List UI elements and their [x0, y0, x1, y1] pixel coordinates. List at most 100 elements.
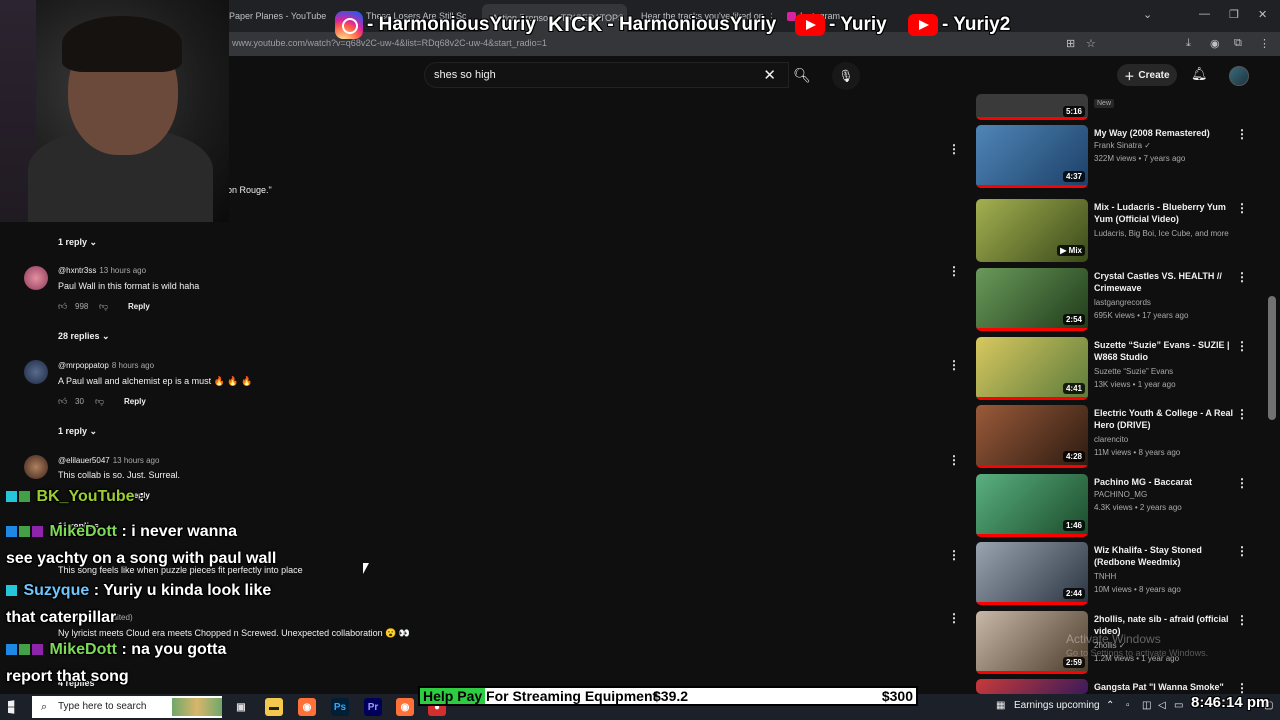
- taskbar-search-placeholder: Type here to search: [58, 701, 147, 712]
- video-menu-icon[interactable]: ⋮: [1236, 681, 1248, 695]
- video-thumbnail[interactable]: 4:37: [976, 125, 1088, 188]
- minimize-icon[interactable]: —: [1199, 8, 1210, 20]
- video-channel[interactable]: lastgangrecords: [1094, 298, 1151, 307]
- video-thumbnail[interactable]: 1:46: [976, 474, 1088, 537]
- news-weather-text[interactable]: Earnings upcoming: [1014, 700, 1100, 711]
- page-scrollbar[interactable]: [1268, 296, 1276, 420]
- tray-chevron-icon[interactable]: ⌃: [1106, 700, 1114, 711]
- video-menu-icon[interactable]: ⋮: [1236, 407, 1248, 421]
- dislike-button[interactable]: 👎︎: [99, 301, 108, 312]
- video-title[interactable]: Wiz Khalifa - Stay Stoned (Redbone Weedm…: [1094, 544, 1244, 568]
- sidebar-video[interactable]: ▶ Mix Mix - Ludacris - Blueberry Yum Yum…: [976, 199, 1276, 263]
- video-title[interactable]: Suzette “Suzie” Evans - SUZIE | W868 Stu…: [1094, 339, 1244, 363]
- cast-icon[interactable]: ⊞: [1066, 37, 1075, 50]
- video-channel[interactable]: Suzette “Suzie” Evans: [1094, 367, 1173, 376]
- comment-avatar[interactable]: [24, 455, 48, 479]
- video-thumbnail[interactable]: 4:41: [976, 337, 1088, 400]
- video-channel[interactable]: Frank Sinatra ✓: [1094, 141, 1151, 150]
- premiere-icon[interactable]: Pr: [364, 698, 382, 716]
- video-title[interactable]: Crystal Castles VS. HEALTH // Crimewave: [1094, 270, 1244, 294]
- bookmark-star-icon[interactable]: ☆: [1086, 37, 1096, 50]
- comment-author[interactable]: @elilauer5047 13 hours ago: [58, 456, 159, 465]
- video-menu-icon[interactable]: ⋮: [1236, 544, 1248, 558]
- photoshop-icon[interactable]: Ps: [331, 698, 349, 716]
- video-channel[interactable]: clarencito: [1094, 435, 1128, 444]
- sidebar-video[interactable]: 2:44 Wiz Khalifa - Stay Stoned (Redbone …: [976, 542, 1276, 606]
- voice-search-button[interactable]: 🎙︎: [832, 62, 860, 90]
- comment-menu-icon[interactable]: ⋮: [948, 264, 960, 278]
- maximize-icon[interactable]: ❐: [1229, 8, 1239, 21]
- sidebar-video[interactable]: 4:37 My Way (2008 Remastered) Frank Sina…: [976, 125, 1276, 189]
- replies-toggle[interactable]: 28 replies ⌄: [58, 331, 110, 342]
- video-title[interactable]: Mix - Ludacris - Blueberry Yum Yum (Offi…: [1094, 201, 1244, 225]
- tab-paper-planes[interactable]: Paper Planes - YouTube✕: [229, 6, 329, 26]
- search-button[interactable]: 🔍︎: [786, 62, 818, 88]
- task-view-icon[interactable]: ▣: [232, 698, 250, 716]
- firefox-active-icon[interactable]: ◉: [396, 698, 414, 716]
- comment-menu-icon[interactable]: ⋮: [948, 611, 960, 625]
- video-thumbnail[interactable]: ▶ Mix: [976, 199, 1088, 262]
- keyboard-icon[interactable]: ▭: [1174, 700, 1183, 711]
- chat-badge-icon: [32, 644, 43, 656]
- tab-search-chevron-icon[interactable]: ⌄: [1143, 8, 1152, 21]
- windows-start-icon[interactable]: [8, 700, 15, 714]
- video-channel[interactable]: Ludacris, Big Boi, Ice Cube, and more: [1094, 229, 1229, 238]
- notifications-bell-icon[interactable]: 🔔︎: [1191, 66, 1208, 82]
- file-explorer-icon[interactable]: ▬: [265, 698, 283, 716]
- video-thumbnail[interactable]: 2:54: [976, 268, 1088, 331]
- clear-search-icon[interactable]: ✕: [763, 66, 776, 84]
- menu-icon[interactable]: ⋮: [1259, 37, 1270, 50]
- video-menu-icon[interactable]: ⋮: [1236, 201, 1248, 215]
- sidebar-video-partial[interactable]: 5:16: [976, 94, 1276, 120]
- news-weather-icon[interactable]: ▦: [996, 700, 1005, 711]
- like-button[interactable]: 👍︎: [58, 301, 67, 312]
- sidebar-video[interactable]: 1:46 Pachino MG - Baccarat PACHINO_MG 4.…: [976, 474, 1276, 538]
- comment-avatar[interactable]: [24, 360, 48, 384]
- video-thumbnail[interactable]: 4:28: [976, 405, 1088, 468]
- download-icon[interactable]: ⤓: [1186, 37, 1191, 50]
- dislike-button[interactable]: 👎︎: [95, 396, 104, 407]
- search-box[interactable]: shes so high ✕: [424, 62, 789, 88]
- sidebar-video[interactable]: 4:28 Electric Youth & College - A Real H…: [976, 405, 1276, 469]
- video-thumbnail[interactable]: 5:16: [976, 94, 1088, 120]
- firefox-icon[interactable]: ◉: [298, 698, 316, 716]
- video-title[interactable]: Electric Youth & College - A Real Hero (…: [1094, 407, 1244, 431]
- comment-menu-icon[interactable]: ⋮: [948, 453, 960, 467]
- video-title[interactable]: My Way (2008 Remastered): [1094, 127, 1244, 139]
- comment-menu-icon[interactable]: ⋮: [948, 358, 960, 372]
- comment-author[interactable]: @mrpoppatop 8 hours ago: [58, 361, 154, 370]
- sidebar-video[interactable]: 2:54 Crystal Castles VS. HEALTH // Crime…: [976, 268, 1276, 332]
- search-input[interactable]: shes so high: [434, 69, 496, 81]
- reply-button[interactable]: Reply: [128, 302, 150, 311]
- video-title[interactable]: Gangsta Pat "I Wanna Smoke": [1094, 681, 1244, 693]
- reply-button[interactable]: Reply: [124, 397, 146, 406]
- video-menu-icon[interactable]: ⋮: [1236, 270, 1248, 284]
- close-window-icon[interactable]: ✕: [1258, 8, 1267, 21]
- video-channel[interactable]: PACHINO_MG: [1094, 490, 1147, 499]
- comment-menu-icon[interactable]: ⋮: [948, 548, 960, 562]
- like-button[interactable]: 👍︎: [58, 396, 67, 407]
- profile-icon[interactable]: ◉: [1210, 37, 1220, 50]
- sidebar-video-partial[interactable]: Gangsta Pat "I Wanna Smoke" ⋮: [976, 679, 1276, 695]
- account-avatar[interactable]: [1229, 66, 1249, 86]
- sidebar-video[interactable]: 4:41 Suzette “Suzie” Evans - SUZIE | W86…: [976, 337, 1276, 401]
- video-channel[interactable]: TNHH: [1094, 572, 1116, 581]
- tray-app-icon[interactable]: ▫: [1126, 700, 1130, 711]
- video-thumbnail[interactable]: [976, 679, 1088, 694]
- comment-menu-icon[interactable]: ⋮: [948, 142, 960, 156]
- extensions-icon[interactable]: ⧉: [1234, 37, 1242, 50]
- replies-toggle[interactable]: 1 reply ⌄: [58, 426, 97, 437]
- create-button[interactable]: ＋ Create: [1117, 64, 1177, 86]
- video-menu-icon[interactable]: ⋮: [1236, 476, 1248, 490]
- video-menu-icon[interactable]: ⋮: [1236, 339, 1248, 353]
- video-menu-icon[interactable]: ⋮: [1236, 613, 1248, 627]
- replies-toggle[interactable]: 1 reply ⌄: [58, 237, 97, 248]
- video-thumbnail[interactable]: 2:44: [976, 542, 1088, 605]
- comment-avatar[interactable]: [24, 266, 48, 290]
- volume-icon[interactable]: ◁: [1158, 700, 1166, 711]
- video-title[interactable]: Pachino MG - Baccarat: [1094, 476, 1244, 488]
- video-menu-icon[interactable]: ⋮: [1236, 127, 1248, 141]
- comment-author[interactable]: @hxntr3ss 13 hours ago: [58, 266, 146, 275]
- taskbar-search-box[interactable]: ⌕ Type here to search: [32, 696, 222, 718]
- network-icon[interactable]: ◫: [1142, 700, 1151, 711]
